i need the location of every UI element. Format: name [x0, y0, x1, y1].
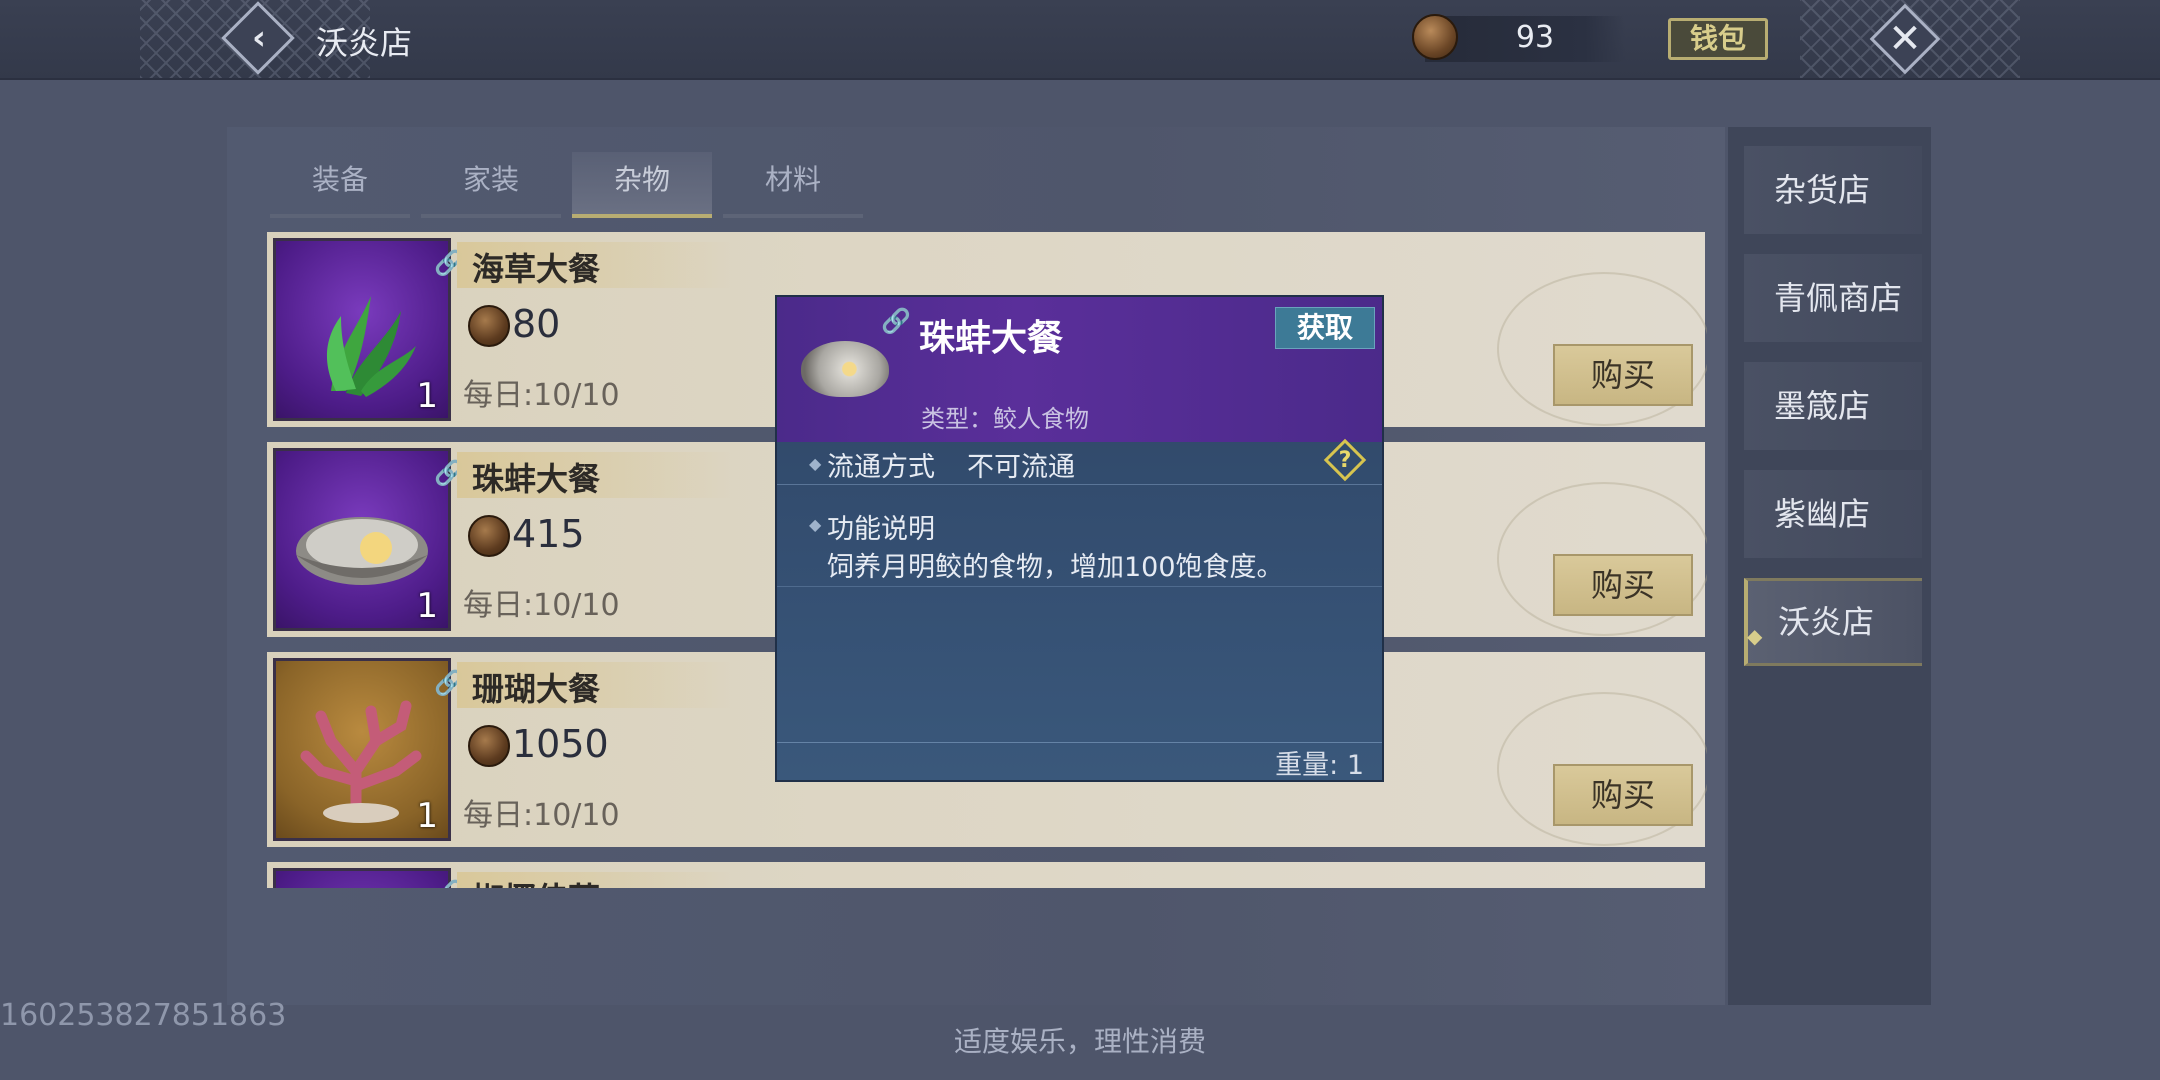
item-quantity: 1	[416, 376, 438, 416]
item-thumbnail[interactable]: 🔗 1	[273, 238, 464, 421]
selected-marker-icon: ◆	[1747, 624, 1763, 648]
sidebar-item-qingpei[interactable]: 青佩商店	[1744, 254, 1922, 342]
item-type: 类型：鲛人食物	[921, 405, 1089, 433]
item-name: 椒椰佳蔬	[472, 874, 600, 888]
back-arrow-icon[interactable]: ‹	[241, 18, 277, 58]
tooltip-title: 珠蚌大餐	[919, 318, 1064, 359]
circulation-label: 流通方式	[827, 452, 935, 483]
link-icon: 🔗	[881, 307, 911, 335]
sidebar-item-grocery[interactable]: 杂货店	[1744, 146, 1922, 234]
buy-button[interactable]: 购买	[1553, 554, 1693, 616]
buy-button[interactable]: 购买	[1553, 764, 1693, 826]
daily-limit: 每日:10/10	[463, 378, 620, 413]
tab-materials[interactable]: 材料	[723, 152, 863, 218]
tab-furnishing[interactable]: 家装	[421, 152, 561, 218]
obtain-button[interactable]: 获取	[1275, 307, 1375, 349]
item-weight: 重量: 1	[1275, 750, 1364, 781]
bullet-icon: ◆	[809, 515, 822, 534]
daily-limit: 每日:10/10	[463, 798, 620, 833]
item-thumbnail[interactable]: 🔗	[273, 868, 464, 888]
bullet-icon: ◆	[809, 454, 822, 473]
item-price: 80	[512, 302, 561, 346]
coin-icon	[1412, 14, 1458, 60]
currency-amount: 93	[1515, 20, 1555, 55]
sidebar-item-woyan[interactable]: 沃炎店	[1744, 578, 1922, 666]
wallet-button[interactable]: 钱包	[1668, 18, 1768, 60]
sidebar-item-mozhen[interactable]: 墨箴店	[1744, 362, 1922, 450]
function-label: 功能说明	[827, 514, 935, 545]
close-icon[interactable]: ✕	[1880, 14, 1930, 64]
daily-limit: 每日:10/10	[463, 588, 620, 623]
help-question-mark[interactable]: ?	[1330, 445, 1360, 475]
coin-icon	[468, 725, 510, 767]
circulation-value: 不可流通	[967, 452, 1075, 483]
divider	[777, 586, 1382, 587]
item-thumbnail[interactable]: 🔗 1	[273, 658, 464, 841]
item-quantity: 1	[416, 586, 438, 626]
page-title: 沃炎店	[316, 24, 413, 62]
item-name: 珠蚌大餐	[472, 460, 601, 498]
item-tooltip: 🔗 珠蚌大餐 获取 类型：鲛人食物 ◆ 流通方式 不可流通 ? ◆ 功能说明 饲…	[775, 295, 1384, 782]
function-description: 饲养月明鲛的食物，增加100饱食度。	[827, 552, 1284, 583]
list-item: 🔗 椒椰佳蔬	[267, 862, 1705, 888]
item-name: 海草大餐	[472, 250, 601, 288]
item-price: 415	[512, 512, 585, 556]
coin-icon	[468, 515, 510, 557]
item-quantity: 1	[416, 796, 438, 836]
coin-icon	[468, 305, 510, 347]
sidebar-item-ziyou[interactable]: 紫幽店	[1744, 470, 1922, 558]
tab-equipment[interactable]: 装备	[270, 152, 410, 218]
clam-icon	[801, 341, 889, 397]
item-name: 珊瑚大餐	[472, 670, 601, 708]
item-thumbnail[interactable]: 🔗 1	[273, 448, 464, 631]
tab-misc[interactable]: 杂物	[572, 152, 712, 218]
buy-button[interactable]: 购买	[1553, 344, 1693, 406]
footer-notice: 适度娱乐，理性消费	[953, 1025, 1206, 1058]
item-price: 1050	[512, 722, 609, 766]
